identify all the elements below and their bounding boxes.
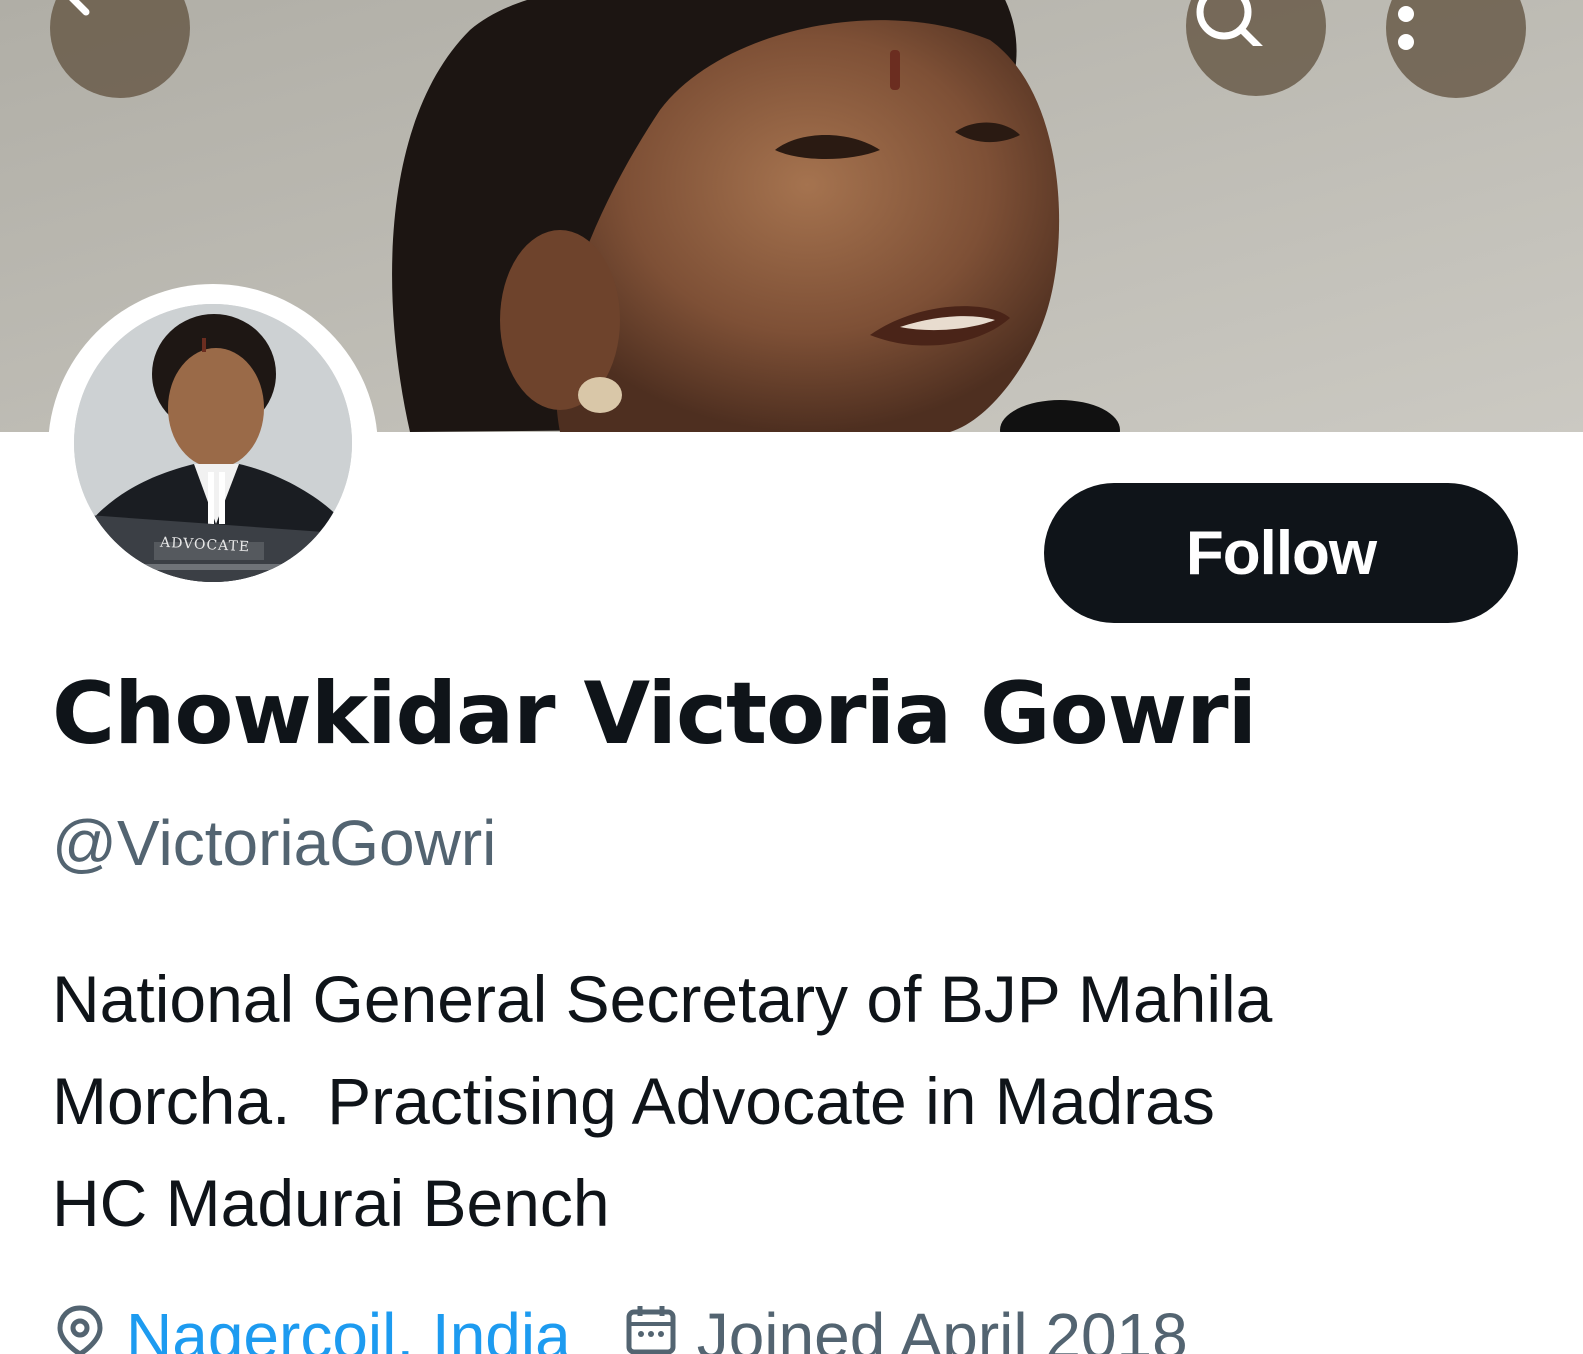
bio-line: National General Secretary of BJP Mahila bbox=[52, 962, 1273, 1036]
profile-bio: National General Secretary of BJP Mahila… bbox=[52, 948, 1512, 1254]
user-handle: @VictoriaGowri bbox=[52, 807, 497, 879]
location-pin-icon bbox=[52, 1299, 108, 1354]
bio-line: HC Madurai Bench bbox=[52, 1166, 610, 1240]
profile-avatar[interactable]: ADVOCATE bbox=[48, 284, 378, 614]
profile-page: ADVOCATE Follow Chowkidar Victoria Gowri… bbox=[0, 0, 1583, 1354]
display-name: Chowkidar Victoria Gowri bbox=[52, 664, 1257, 764]
bio-line: Morcha. Practising Advocate in Madras bbox=[52, 1064, 1215, 1138]
profile-meta: Nagercoil, India Joined April 2018 bbox=[52, 1296, 1188, 1354]
avatar-photo: ADVOCATE bbox=[74, 304, 352, 582]
calendar-icon bbox=[623, 1299, 679, 1354]
joined-date: Joined April 2018 bbox=[696, 1300, 1188, 1354]
follow-button[interactable]: Follow bbox=[1044, 483, 1518, 623]
location-link[interactable]: Nagercoil, India bbox=[126, 1299, 571, 1354]
